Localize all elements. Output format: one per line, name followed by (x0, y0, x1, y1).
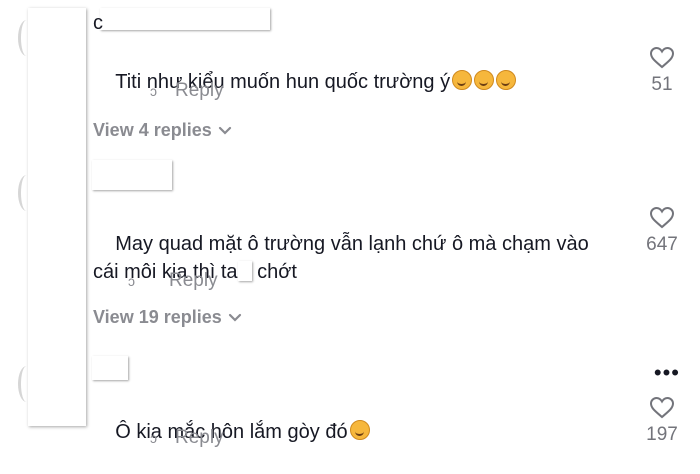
view-replies-label: View 19 replies (93, 307, 222, 327)
redaction-fragment: ͻ (150, 430, 157, 446)
reply-label: Reply (175, 80, 224, 101)
rofl-emoji-icon (452, 70, 473, 90)
rofl-emoji-icon (474, 70, 495, 90)
redaction-box (92, 160, 172, 190)
like-button[interactable]: 647 (642, 206, 682, 256)
reply-button[interactable]: ͻ Reply (128, 270, 218, 292)
comment-text: May quad mặt ô trường vẫn lạnh chứ ô mà … (93, 202, 613, 314)
heart-outline-icon (649, 396, 675, 419)
reply-button[interactable]: ͻ Reply (150, 80, 224, 102)
like-button[interactable]: 51 (642, 46, 682, 96)
like-count: 647 (646, 234, 678, 255)
rofl-emoji-icon (349, 420, 370, 440)
redaction-box (92, 356, 128, 380)
heart-outline-icon (649, 206, 675, 229)
redaction-fragment: ͻ (150, 83, 157, 99)
view-replies-button[interactable]: View 4 replies (93, 120, 232, 141)
like-button[interactable]: 197 (642, 396, 682, 446)
comment-username[interactable]: c (93, 12, 103, 35)
chevron-down-icon (218, 126, 231, 135)
redaction-fragment: ͻ (128, 273, 135, 289)
more-horizontal-icon[interactable]: ••• (654, 360, 680, 386)
like-count: 51 (651, 74, 673, 95)
view-replies-label: View 4 replies (93, 120, 212, 140)
chevron-down-icon (228, 313, 241, 322)
view-replies-button[interactable]: View 19 replies (93, 307, 242, 328)
redaction-box (28, 8, 86, 426)
redaction-box (100, 8, 270, 30)
reply-label: Reply (175, 427, 224, 448)
like-count: 197 (646, 424, 678, 445)
heart-outline-icon (649, 46, 675, 69)
reply-label: Reply (169, 270, 218, 291)
rofl-emoji-icon (496, 70, 517, 90)
comment-text-content: chớt (257, 261, 297, 283)
redaction-box (237, 261, 252, 281)
